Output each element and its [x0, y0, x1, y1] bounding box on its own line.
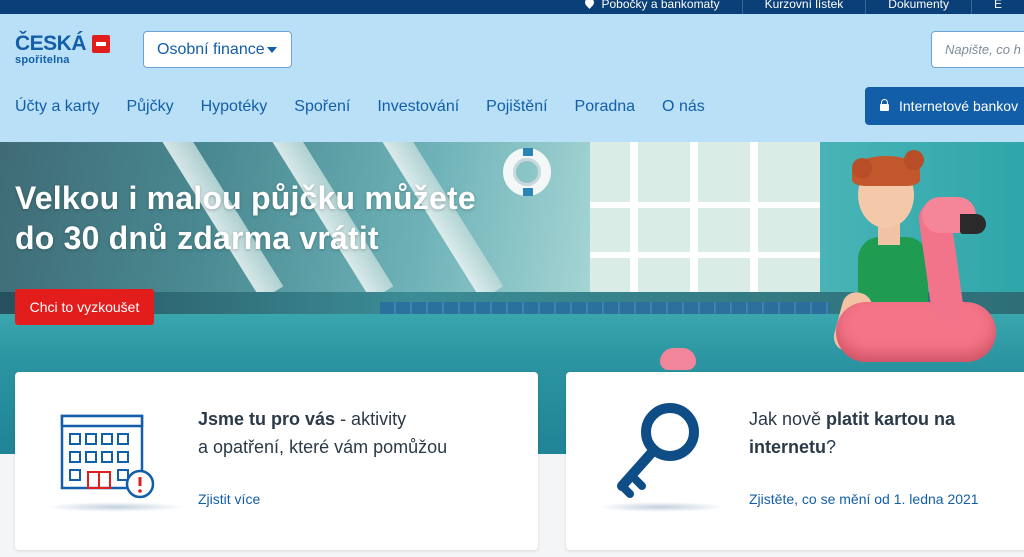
flamingo-beak — [960, 214, 986, 234]
hair-bun — [852, 158, 872, 178]
card-1-line-2: a opatření, které vám pomůžou — [198, 437, 448, 457]
card-2-text: Jak nově platit kartou na internetu? — [749, 405, 955, 461]
card-2-post: ? — [826, 437, 837, 457]
chevron-down-icon — [267, 47, 277, 53]
nav-item-accounts[interactable]: Účty a karty — [15, 98, 99, 116]
card-1-bold: Jsme tu pro vás — [198, 409, 336, 429]
flamingo-float-image — [836, 302, 996, 362]
lock-icon — [880, 99, 889, 111]
internet-banking-button[interactable]: Internetové bankov — [865, 87, 1024, 125]
segment-dropdown[interactable]: Osobní finance — [143, 31, 292, 68]
location-pin-icon — [582, 0, 596, 9]
branches-link[interactable]: Pobočky a bankomaty — [563, 0, 742, 14]
logo[interactable]: ČESKÁ spořitelna — [15, 32, 111, 66]
documents-link[interactable]: Dokumenty — [865, 0, 971, 14]
card-2-bold-1: platit kartou na — [826, 409, 956, 429]
toy-flamingo-image — [660, 348, 696, 370]
card-1-rest: - aktivity — [335, 409, 407, 429]
window-frame — [590, 202, 850, 208]
hero-title-line-2: do 30 dnů zdarma vrátit — [15, 220, 379, 256]
window-frame — [590, 252, 850, 258]
window-frame — [750, 142, 758, 307]
site-header: ČESKÁ spořitelna Osobní finance Napište,… — [0, 14, 1024, 142]
logo-subtitle: spořitelna — [15, 54, 70, 66]
window-frame — [690, 142, 698, 307]
search-input[interactable]: Napište, co h — [931, 31, 1024, 68]
lifebuoy-band — [523, 148, 533, 156]
nav-item-loans[interactable]: Půjčky — [126, 98, 173, 116]
exchange-rates-link[interactable]: Kurzovní lístek — [741, 0, 866, 14]
card-2-line-2: internetu? — [749, 433, 955, 461]
logo-main-text: ČESKÁ — [15, 32, 87, 55]
top-utility-bar: Pobočky a bankomaty Kurzovní lístek Doku… — [0, 0, 1024, 14]
language-link[interactable]: E — [970, 0, 1024, 14]
info-card-support[interactable]: Jsme tu pro vás - aktivity a opatření, k… — [15, 372, 538, 550]
key-icon — [617, 403, 699, 498]
logo-mark-icon — [92, 35, 111, 53]
branches-link-label: Pobočky a bankomaty — [601, 0, 720, 11]
building-alert-icon — [60, 414, 155, 499]
card-1-line-1: Jsme tu pro vás - aktivity — [198, 405, 447, 433]
hero-title-line-1: Velkou i malou půjčku můžete — [15, 180, 476, 216]
segment-dropdown-label: Osobní finance — [157, 41, 265, 58]
nav-item-savings[interactable]: Spoření — [294, 98, 350, 116]
nav-item-advice[interactable]: Poradna — [575, 98, 636, 116]
logo-wordmark: ČESKÁ — [15, 32, 111, 56]
hero-windows — [590, 142, 850, 307]
hair-bun — [904, 150, 924, 170]
nav-item-about[interactable]: O nás — [662, 98, 705, 116]
icon-shadow — [596, 502, 726, 512]
main-nav: Účty a karty Půjčky Hypotéky Spoření Inv… — [15, 98, 732, 116]
icon-shadow — [45, 502, 185, 512]
card-2-bold-2: internetu — [749, 437, 827, 457]
card-2-pre: Jak nově — [749, 409, 827, 429]
hero-title: Velkou i malou půjčku můžete do 30 dnů z… — [15, 178, 476, 258]
window-frame — [630, 142, 638, 307]
nav-item-insurance[interactable]: Pojištění — [486, 98, 547, 116]
card-2-line-1: Jak nově platit kartou na — [749, 405, 955, 433]
nav-item-investing[interactable]: Investování — [377, 98, 459, 116]
utility-links: Pobočky a bankomaty Kurzovní lístek Doku… — [563, 0, 1024, 14]
lifebuoy-band — [523, 188, 533, 196]
card-2-link[interactable]: Zjistěte, co se mění od 1. ledna 2021 — [749, 491, 979, 507]
info-card-card-payments[interactable]: Jak nově platit kartou na internetu? Zji… — [566, 372, 1024, 550]
card-1-link[interactable]: Zjistit více — [198, 491, 260, 507]
internet-banking-label: Internetové bankov — [899, 98, 1019, 114]
card-1-text: Jsme tu pro vás - aktivity a opatření, k… — [198, 405, 447, 461]
nav-item-mortgages[interactable]: Hypotéky — [201, 98, 268, 116]
hero-cta-button[interactable]: Chci to vyzkoušet — [15, 289, 154, 325]
